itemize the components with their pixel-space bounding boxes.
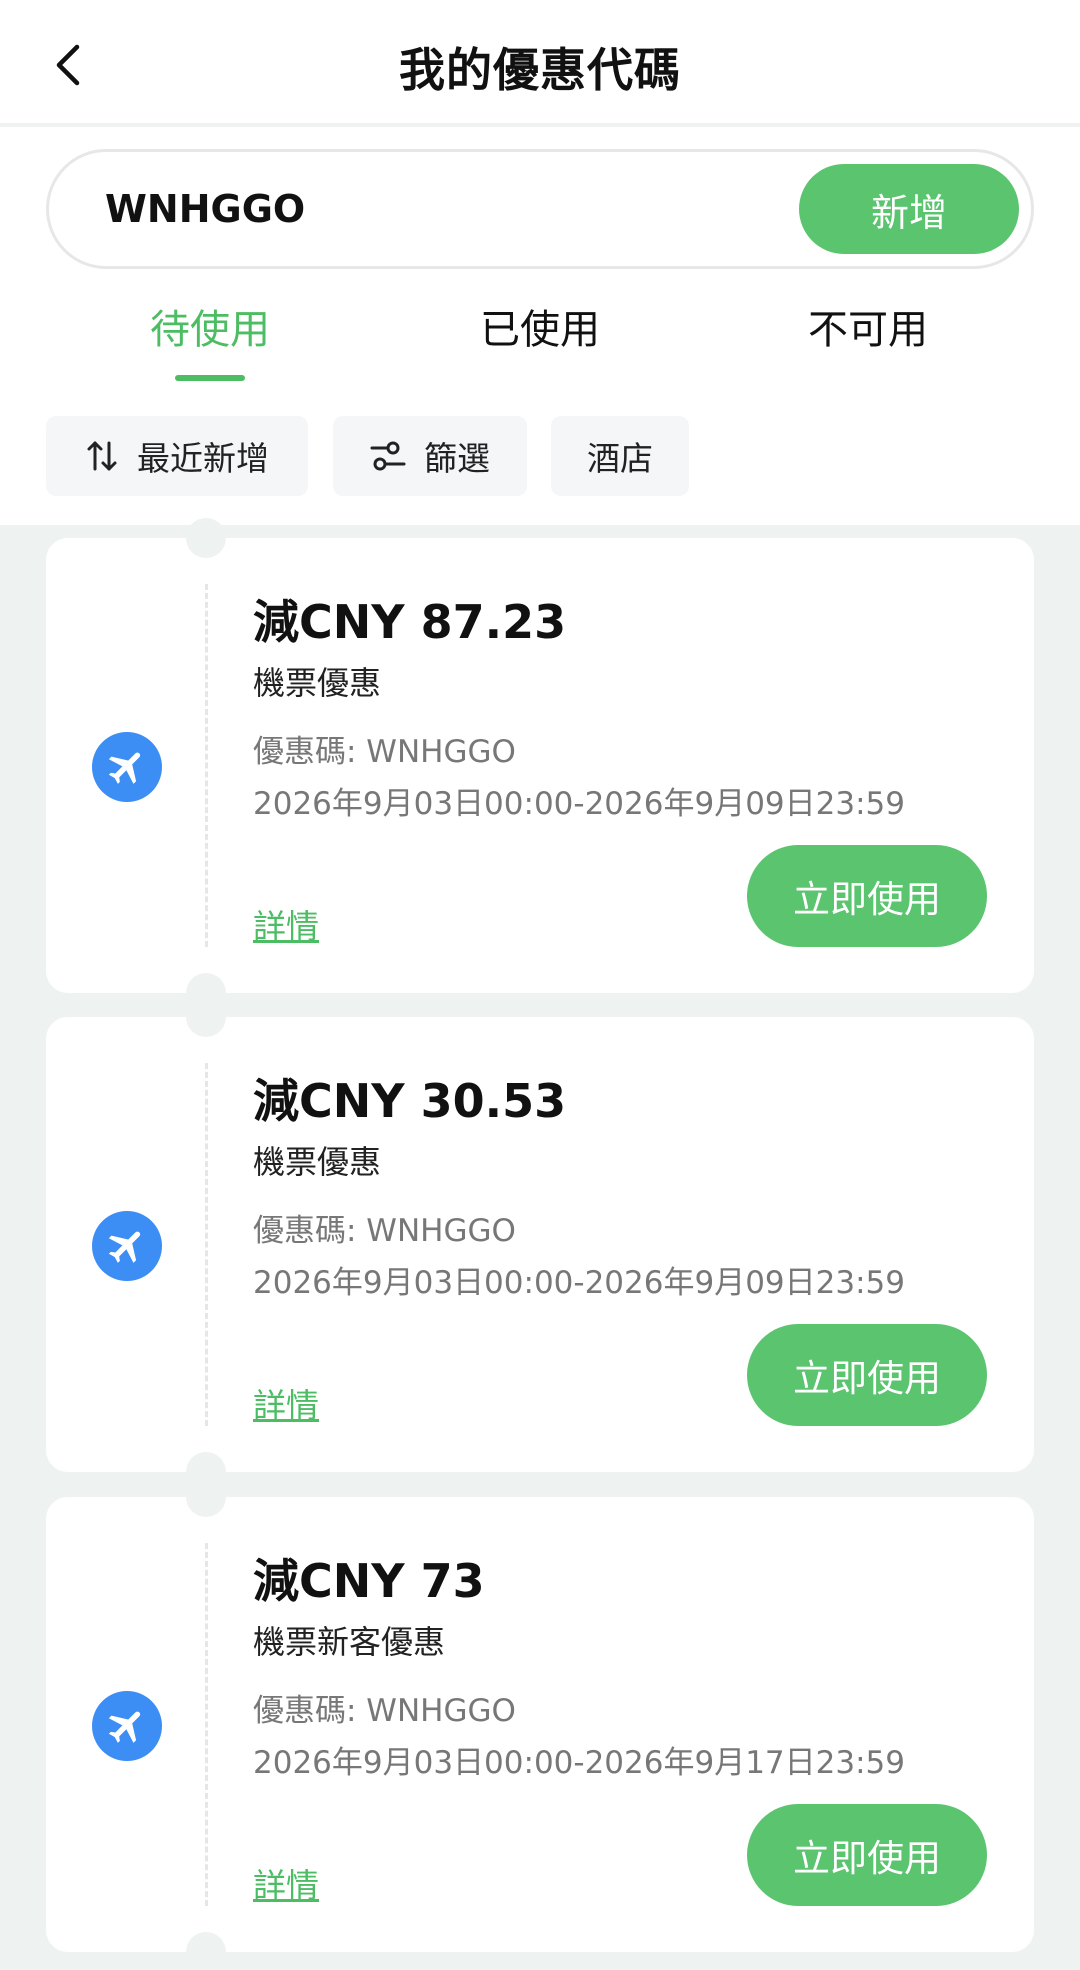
use-now-button[interactable]: 立即使用 (747, 1804, 987, 1906)
coupon-type: 機票優惠 (253, 1143, 382, 1181)
use-now-button[interactable]: 立即使用 (747, 845, 987, 947)
sort-label: 最近新增 (137, 439, 269, 478)
airplane-icon (92, 1211, 162, 1281)
add-code-button[interactable]: 新增 (799, 164, 1019, 254)
top-section: 新增 待使用 已使用 不可用 (0, 127, 1080, 525)
use-now-button[interactable]: 立即使用 (747, 1324, 987, 1426)
tab-unused[interactable]: 待使用 (150, 297, 270, 355)
coupon-code: 優惠碼: WNHGGO (253, 734, 516, 770)
active-tab-indicator (175, 375, 245, 381)
details-link[interactable]: 詳情 (253, 900, 319, 948)
ticket-notch (186, 1477, 226, 1517)
dashed-divider (205, 1543, 208, 1906)
validity-period: 2026年9月03日00:00-2026年9月17日23:59 (253, 1745, 905, 1781)
details-link[interactable]: 詳情 (253, 1859, 319, 1907)
airplane-icon (92, 732, 162, 802)
details-link[interactable]: 詳情 (253, 1379, 319, 1427)
ticket-notch (186, 997, 226, 1037)
ticket-notch (186, 518, 226, 558)
tab-bar: 待使用 已使用 不可用 (0, 297, 1080, 377)
discount-amount: 減CNY 73 (253, 1554, 485, 1608)
ticket-notch (186, 1932, 226, 1970)
filter-chip[interactable]: 篩選 (333, 416, 527, 496)
page-title: 我的優惠代碼 (399, 43, 681, 97)
filter-icon (370, 440, 406, 472)
sort-chip[interactable]: 最近新增 (46, 416, 308, 496)
tab-used[interactable]: 已使用 (480, 297, 600, 355)
coupon-card: 減CNY 30.53 機票優惠 優惠碼: WNHGGO 2026年9月03日00… (46, 997, 1034, 1492)
coupon-code: 優惠碼: WNHGGO (253, 1213, 516, 1249)
airplane-icon (92, 1691, 162, 1761)
validity-period: 2026年9月03日00:00-2026年9月09日23:59 (253, 1265, 905, 1301)
coupon-card: 減CNY 87.23 機票優惠 優惠碼: WNHGGO 2026年9月03日00… (46, 518, 1034, 1013)
dashed-divider (205, 1063, 208, 1426)
code-input[interactable] (105, 152, 745, 266)
header: 我的優惠代碼 (0, 0, 1080, 125)
validity-period: 2026年9月03日00:00-2026年9月09日23:59 (253, 786, 905, 822)
coupon-code: 優惠碼: WNHGGO (253, 1693, 516, 1729)
discount-amount: 減CNY 30.53 (253, 1074, 567, 1128)
dashed-divider (205, 584, 208, 947)
sort-icon (85, 439, 119, 473)
tab-unavailable[interactable]: 不可用 (808, 297, 928, 355)
coupon-page: 我的優惠代碼 新增 待使用 已使用 不可用 (0, 0, 1080, 1970)
discount-amount: 減CNY 87.23 (253, 595, 567, 649)
category-chip-hotel[interactable]: 酒店 (551, 416, 689, 496)
filter-label: 篩選 (424, 439, 490, 478)
coupon-card: 減CNY 73 機票新客優惠 優惠碼: WNHGGO 2026年9月03日00:… (46, 1477, 1034, 1970)
coupon-type: 機票優惠 (253, 664, 382, 702)
coupon-type: 機票新客優惠 (253, 1623, 446, 1661)
code-entry-box: 新增 (46, 149, 1034, 269)
